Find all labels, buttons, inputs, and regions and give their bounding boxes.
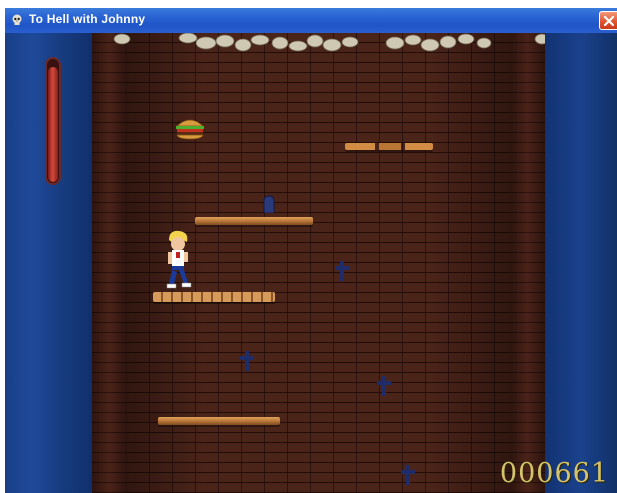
rock-ceiling bbox=[113, 33, 550, 52]
game-canvas[interactable]: 000661 bbox=[5, 33, 617, 493]
conveyor-platform bbox=[153, 292, 275, 302]
health-meter bbox=[45, 57, 61, 185]
shaft-left-wall bbox=[92, 33, 127, 493]
grave-cross-icon bbox=[401, 465, 415, 485]
tombstone-icon bbox=[263, 195, 275, 213]
johnny-sprite[interactable] bbox=[163, 230, 193, 292]
stone-platform bbox=[158, 417, 280, 425]
broken-platform bbox=[345, 143, 433, 150]
grave-cross-icon bbox=[335, 261, 349, 281]
title-bar[interactable]: To Hell with Johnny bbox=[5, 8, 617, 33]
health-meter-fill bbox=[48, 67, 58, 182]
close-button[interactable] bbox=[599, 11, 617, 30]
skull-icon bbox=[12, 14, 22, 25]
close-icon bbox=[603, 15, 615, 27]
score-counter: 000661 bbox=[499, 458, 609, 489]
right-side-panel bbox=[545, 33, 617, 493]
shaft-right-wall bbox=[510, 33, 545, 493]
stone-platform bbox=[195, 217, 313, 225]
game-window: To Hell with Johnny 000661 bbox=[5, 8, 617, 493]
grave-cross-icon bbox=[377, 376, 391, 396]
hamburger-icon bbox=[175, 119, 205, 140]
grave-cross-icon bbox=[240, 351, 254, 371]
window-title: To Hell with Johnny bbox=[29, 12, 146, 26]
left-side-panel bbox=[5, 33, 92, 493]
